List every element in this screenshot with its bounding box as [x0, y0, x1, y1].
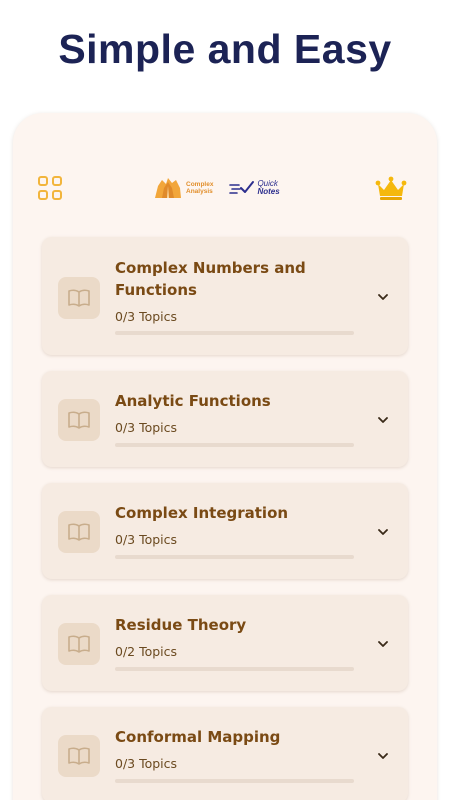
crown-icon[interactable] — [375, 175, 407, 201]
chevron-down-icon[interactable] — [376, 525, 390, 539]
grid-cell — [52, 190, 62, 200]
grid-cell — [52, 176, 62, 186]
chapter-card[interactable]: Conformal Mapping 0/3 Topics — [42, 707, 408, 800]
chapter-progress-bar — [115, 443, 354, 447]
chapter-card[interactable]: Residue Theory 0/2 Topics — [42, 595, 408, 691]
chapter-card[interactable]: Analytic Functions 0/3 Topics — [42, 371, 408, 467]
chevron-down-icon[interactable] — [376, 637, 390, 651]
chapter-title: Residue Theory — [115, 616, 247, 634]
logo-quick-line2: Notes — [257, 187, 280, 196]
chapter-topics-count: 0/3 Topics — [115, 309, 178, 324]
complex-analysis-logo: Complex Analysis — [153, 176, 213, 200]
quick-notes-logo: Quick Notes — [229, 179, 280, 197]
open-book-icon — [68, 523, 90, 541]
book-icon — [58, 511, 100, 553]
app-logos: Complex Analysis Quick Notes — [153, 173, 280, 203]
chevron-down-icon[interactable] — [376, 413, 390, 427]
chapter-progress-bar — [115, 555, 354, 559]
chapter-topics-count: 0/3 Topics — [115, 532, 178, 547]
chapter-topics-count: 0/3 Topics — [115, 756, 178, 771]
book-icon — [58, 277, 100, 319]
chapter-progress-bar — [115, 779, 354, 783]
grid-icon[interactable] — [38, 176, 62, 200]
logo-complex-line1: Complex — [186, 181, 214, 188]
grid-cell — [38, 190, 48, 200]
open-book-icon — [68, 411, 90, 429]
grid-cell — [38, 176, 48, 186]
book-icon — [58, 735, 100, 777]
chapter-title: Complex Numbers and Functions — [115, 259, 306, 299]
open-book-icon — [68, 289, 90, 307]
chevron-down-icon[interactable] — [376, 749, 390, 763]
open-book-icon — [68, 635, 90, 653]
chapter-title: Conformal Mapping — [115, 728, 281, 746]
logo-complex-line2: Analysis — [186, 188, 213, 195]
promo-headline: Simple and Easy — [58, 26, 392, 72]
chapter-title: Complex Integration — [115, 504, 289, 522]
chapter-progress-bar — [115, 331, 354, 335]
book-icon — [58, 399, 100, 441]
open-book-icon — [68, 747, 90, 765]
chapter-topics-count: 0/2 Topics — [115, 644, 178, 659]
chapter-progress-bar — [115, 667, 354, 671]
complex-analysis-mark-icon — [155, 178, 181, 198]
phone-screen: Complex Analysis Quick Notes Complex Num… — [13, 113, 437, 800]
chapter-topics-count: 0/3 Topics — [115, 420, 178, 435]
chapter-card[interactable]: Complex Numbers and Functions 0/3 Topics — [42, 237, 408, 355]
chapter-title: Analytic Functions — [115, 392, 271, 410]
chapter-card[interactable]: Complex Integration 0/3 Topics — [42, 483, 408, 579]
chevron-down-icon[interactable] — [376, 290, 390, 304]
book-icon — [58, 623, 100, 665]
quick-notes-check-icon — [229, 181, 255, 194]
